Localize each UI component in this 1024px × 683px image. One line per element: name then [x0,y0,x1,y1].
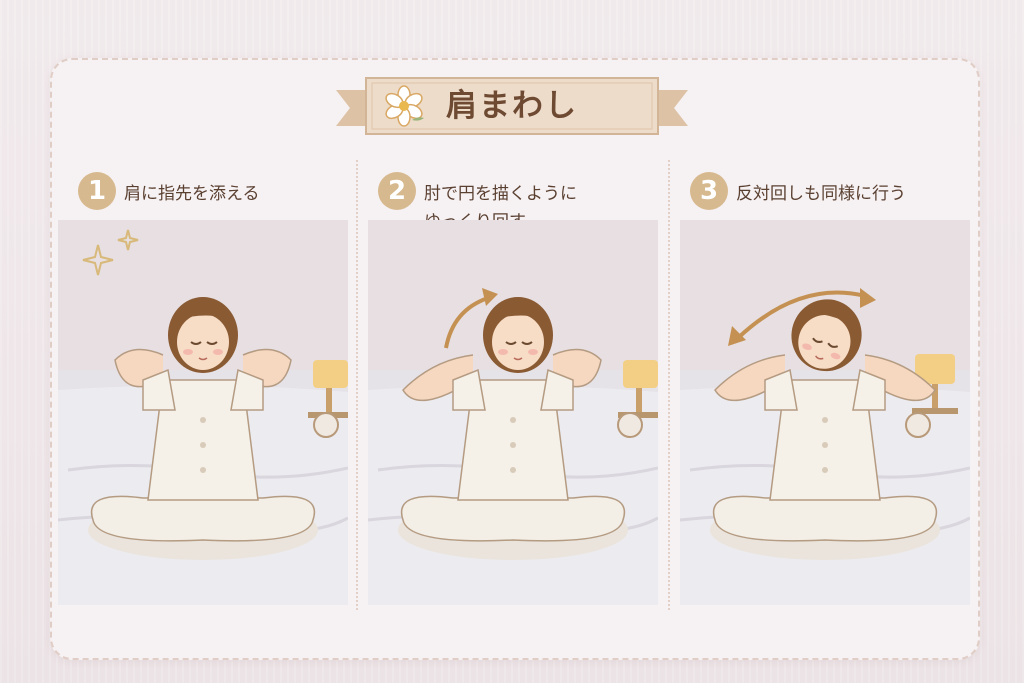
step-number-badge: 2 [378,172,416,210]
illustration-step-1 [58,220,348,605]
step-instruction: 肩に指先を添える [124,184,260,204]
column-divider [356,160,358,610]
step-number-badge: 3 [690,172,728,210]
title-banner: 肩まわし [336,76,688,136]
illustration-step-3 [680,220,970,605]
step-number-badge: 1 [78,172,116,210]
step-instruction: 反対回しも同様に行う [736,184,906,204]
illustration-step-2 [368,220,658,605]
flower-icon [382,84,428,128]
page-title: 肩まわし [446,88,578,124]
